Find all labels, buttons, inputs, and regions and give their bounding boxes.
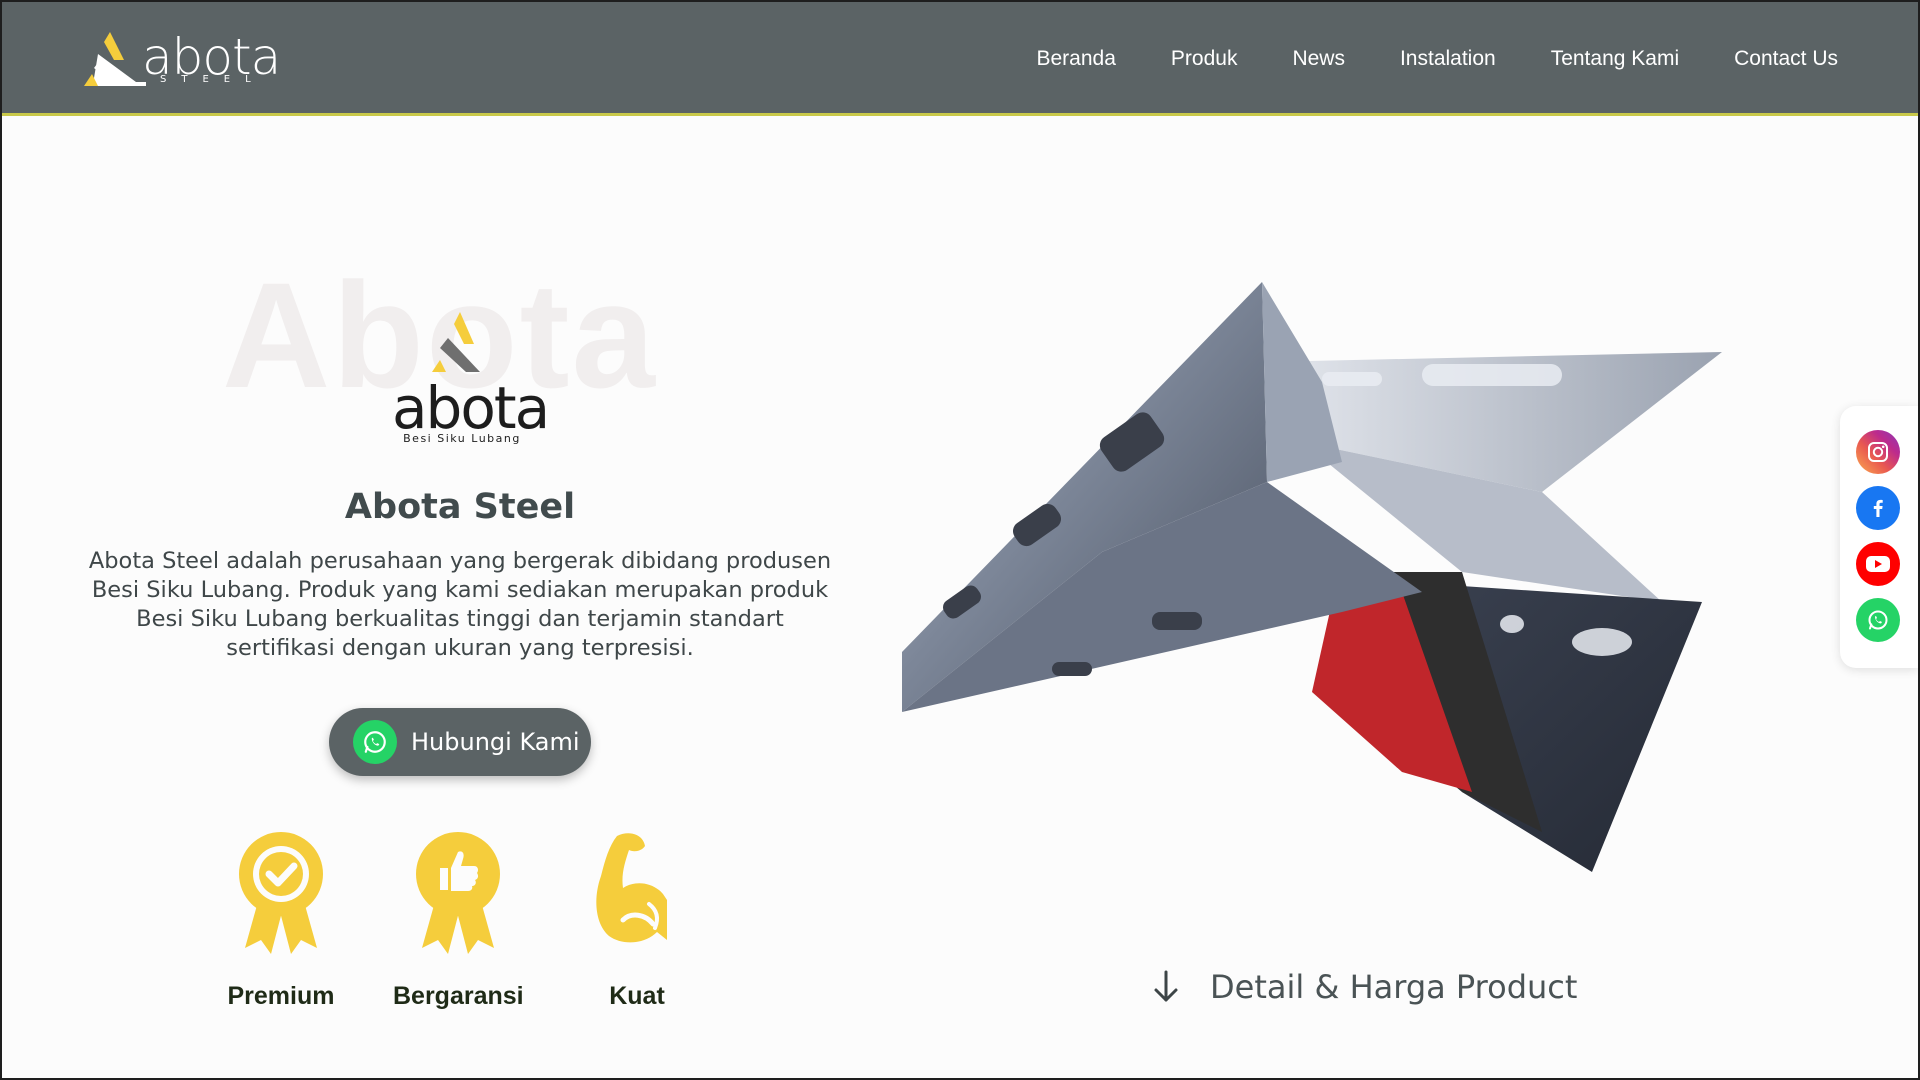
brand-logo[interactable]: abota STEEL	[84, 28, 281, 90]
badge-check-icon	[239, 832, 323, 954]
nav-contact-us[interactable]: Contact Us	[1734, 47, 1838, 71]
hero-title-bold: Abota	[344, 487, 462, 527]
hero-title: Abota Steel	[82, 487, 838, 527]
nav-tentang-kami[interactable]: Tentang Kami	[1551, 47, 1679, 71]
product-image	[902, 282, 1722, 872]
facebook-icon[interactable]	[1856, 486, 1900, 530]
nav-news[interactable]: News	[1292, 47, 1345, 71]
hero-title-rest: Steel	[461, 487, 576, 527]
description-line: Besi Siku Lubang berkualitas tinggi dan …	[136, 606, 784, 632]
arrow-down-icon	[1154, 970, 1178, 1002]
badge-thumbs-up-icon	[416, 832, 500, 954]
feature-bergaransi: Bergaransi	[393, 828, 524, 1011]
feature-label: Premium	[227, 982, 335, 1010]
feature-kuat: Kuat	[572, 828, 702, 1011]
instagram-icon[interactable]	[1856, 430, 1900, 474]
hero-logo: abota Besi Siku Lubang	[392, 308, 550, 448]
detail-harga-product-link[interactable]: Detail & Harga Product	[1152, 962, 1577, 1012]
whatsapp-icon[interactable]	[1856, 598, 1900, 642]
nav-produk[interactable]: Produk	[1171, 47, 1238, 71]
navbar: abota STEEL Beranda Produk News Instalat…	[2, 2, 1918, 116]
detail-link-label: Detail & Harga Product	[1210, 968, 1578, 1006]
hero-logo-tagline: Besi Siku Lubang	[403, 432, 521, 445]
feature-label: Kuat	[609, 982, 665, 1010]
youtube-icon[interactable]	[1856, 542, 1900, 586]
hero-description: Abota Steel adalah perusahaan yang berge…	[82, 547, 838, 663]
description-line: Besi Siku Lubang. Produk yang kami sedia…	[91, 577, 829, 603]
main-nav: Beranda Produk News Instalation Tentang …	[1037, 2, 1839, 116]
abota-logo-mark-icon	[84, 32, 146, 86]
flexed-arm-icon	[596, 833, 667, 943]
whatsapp-icon	[353, 720, 397, 764]
feature-label: Bergaransi	[393, 982, 524, 1010]
feature-premium: Premium	[216, 828, 346, 1011]
brand-subtitle: STEEL	[160, 74, 266, 85]
description-line: sertifikasi dengan ukuran yang terpresis…	[226, 635, 694, 661]
description-line: Abota Steel adalah perusahaan yang berge…	[88, 548, 832, 574]
hubungi-kami-button[interactable]: Hubungi Kami	[329, 708, 591, 776]
nav-beranda[interactable]: Beranda	[1037, 47, 1116, 71]
page-frame: abota STEEL Beranda Produk News Instalat…	[0, 0, 1920, 1080]
nav-instalation[interactable]: Instalation	[1400, 47, 1496, 71]
cta-label: Hubungi Kami	[411, 728, 580, 756]
social-sidebar	[1840, 406, 1918, 668]
